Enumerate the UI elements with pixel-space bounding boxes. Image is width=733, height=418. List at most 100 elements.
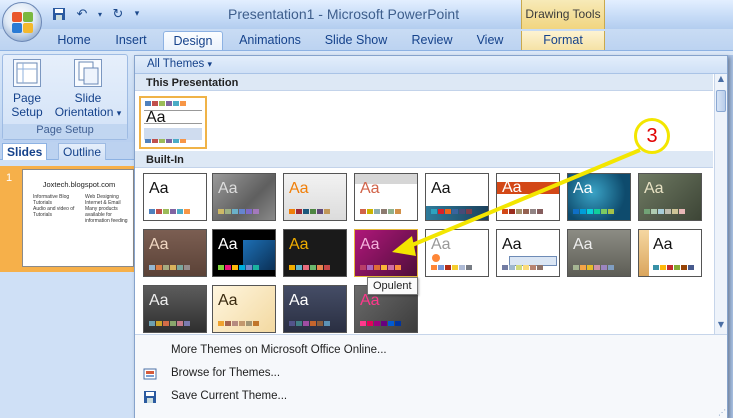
browse-themes-icon — [143, 367, 157, 381]
slide-thumbnail[interactable]: Joxtech.blogspot.com Informative Blog Tu… — [22, 169, 134, 267]
contextual-tab-group: Drawing Tools — [521, 0, 605, 29]
tab-slides[interactable]: Slides — [2, 143, 48, 160]
section-this-presentation: This Presentation — [135, 74, 713, 91]
theme-swatches — [145, 139, 186, 143]
theme-preview-text: Aa — [149, 292, 169, 309]
page-setup-label-1: Page — [12, 91, 42, 105]
theme-preview-text: Aa — [573, 236, 593, 253]
theme-median[interactable]: Aa — [143, 229, 207, 277]
tab-design[interactable]: Design — [163, 31, 223, 50]
theme-trek[interactable]: Aa — [212, 285, 276, 333]
theme-origin[interactable]: Aa — [496, 229, 560, 277]
all-themes-label: All Themes — [147, 58, 205, 70]
scroll-up-icon[interactable]: ▲ — [715, 74, 727, 88]
page-setup-group-label: Page Setup — [3, 124, 127, 139]
step-number-badge: 3 — [634, 118, 670, 154]
chevron-down-icon: ▾ — [116, 108, 122, 118]
slide-orientation-label-1: Slide — [74, 91, 102, 105]
tab-home[interactable]: Home — [52, 31, 96, 50]
section-built-in: Built-In — [135, 151, 713, 168]
gallery-filter[interactable]: All Themes ▾ — [135, 56, 727, 74]
theme-preview-text: Aa — [218, 180, 238, 197]
chevron-down-icon[interactable]: ▾ — [96, 5, 104, 23]
redo-icon[interactable]: ↻ — [109, 5, 127, 23]
theme-current[interactable]: Aa — [139, 96, 207, 149]
slide-thumbnail-title: Joxtech.blogspot.com — [42, 180, 116, 189]
title-bar: ↶ ▾ ↻ ▾ Presentation1 - Microsoft PowerP… — [0, 0, 733, 29]
theme-preview-text: Aa — [644, 180, 664, 197]
theme-preview-text: Aa — [431, 236, 451, 253]
browse-themes-item[interactable]: Browse for Themes... — [171, 367, 280, 379]
thumb-bullet: Tutorials — [33, 212, 52, 218]
theme-preview-text: Aa — [289, 292, 309, 309]
theme-office[interactable]: Aa — [143, 173, 207, 221]
theme-foundry[interactable]: Aa — [638, 173, 702, 221]
theme-preview-text: Aa — [218, 236, 238, 253]
theme-civic[interactable]: Aa — [354, 173, 418, 221]
theme-preview-text: Aa — [360, 180, 380, 197]
slide-area-edge — [728, 55, 733, 418]
page-setup-label-2: Setup — [11, 105, 43, 119]
slides-panel-tabs: Slides Outline — [0, 142, 134, 160]
save-theme-icon — [143, 390, 157, 404]
slides-panel: Slides Outline 1 Joxtech.blogspot.com In… — [0, 142, 134, 418]
slide-number: 1 — [6, 172, 13, 184]
theme-preview-text: Aa — [289, 236, 309, 253]
save-icon[interactable] — [50, 5, 68, 23]
theme-opulent[interactable]: Aa — [354, 229, 418, 277]
theme-preview-text: Aa — [146, 109, 166, 126]
theme-preview-text: Aa — [653, 236, 673, 253]
chevron-down-icon: ▾ — [207, 59, 213, 69]
save-current-theme-item[interactable]: Save Current Theme... — [171, 390, 287, 402]
scroll-down-icon[interactable]: ▼ — [715, 320, 727, 334]
gallery-footer: More Themes on Microsoft Office Online..… — [135, 334, 727, 418]
slide-orientation-label-2: Orientation — [54, 105, 114, 119]
theme-apex[interactable]: Aa — [212, 173, 276, 221]
tab-view[interactable]: View — [468, 31, 512, 50]
theme-paper[interactable]: Aa — [567, 229, 631, 277]
themes-gallery: All Themes ▾ This Presentation Aa Built-… — [134, 55, 728, 418]
theme-preview-text: Aa — [218, 292, 238, 309]
customize-qat-icon[interactable]: ▾ — [132, 5, 142, 23]
theme-urban[interactable]: Aa — [283, 285, 347, 333]
theme-tooltip: Opulent — [367, 277, 418, 295]
ribbon-tabs: Home Insert Design Animations Slide Show… — [0, 29, 733, 50]
theme-metro[interactable]: Aa — [212, 229, 276, 277]
theme-preview-text: Aa — [502, 236, 522, 253]
undo-icon[interactable]: ↶ — [73, 5, 91, 23]
theme-preview-text: Aa — [289, 180, 309, 197]
theme-module[interactable]: Aa — [283, 229, 347, 277]
theme-solstice[interactable]: Aa — [638, 229, 702, 277]
tab-review[interactable]: Review — [405, 31, 459, 50]
theme-oriel[interactable]: Aa — [425, 229, 489, 277]
theme-aspect[interactable]: Aa — [283, 173, 347, 221]
theme-equity[interactable]: Aa — [496, 173, 560, 221]
thumb-bullet: information feeding — [85, 218, 128, 224]
tab-outline[interactable]: Outline — [58, 143, 107, 160]
scrollbar-thumb[interactable] — [716, 90, 726, 112]
page-setup-group: Page Setup Slide Orientation ▾ Page Setu… — [2, 54, 128, 140]
page-setup-button[interactable]: Page Setup — [9, 59, 45, 119]
theme-concourse[interactable]: Aa — [425, 173, 489, 221]
all-themes-dropdown[interactable]: All Themes ▾ — [147, 58, 212, 70]
page-setup-icon — [13, 59, 41, 87]
theme-preview-text: Aa — [573, 180, 593, 197]
theme-preview-text: Aa — [149, 180, 169, 197]
theme-preview-text: Aa — [502, 179, 522, 196]
tab-animations[interactable]: Animations — [232, 31, 308, 50]
theme-preview-text: Aa — [431, 180, 451, 197]
resize-grip-icon[interactable]: ⋰ — [718, 408, 726, 417]
theme-technic[interactable]: Aa — [143, 285, 207, 333]
slide-orientation-button[interactable]: Slide Orientation ▾ — [51, 59, 125, 120]
tab-insert[interactable]: Insert — [108, 31, 154, 50]
theme-flow[interactable]: Aa — [567, 173, 631, 221]
gallery-scrollbar[interactable]: ▲ ▼ — [714, 74, 727, 334]
theme-preview-text: Aa — [360, 236, 380, 253]
tab-slide-show[interactable]: Slide Show — [320, 31, 392, 50]
more-themes-online-item[interactable]: More Themes on Microsoft Office Online..… — [171, 344, 387, 356]
office-button[interactable] — [2, 2, 42, 42]
slide-orientation-icon — [74, 59, 102, 87]
tab-format[interactable]: Format — [521, 31, 605, 50]
window-title: Presentation1 - Microsoft PowerPoint — [228, 6, 460, 22]
quick-access-toolbar: ↶ ▾ ↻ ▾ — [50, 4, 142, 24]
